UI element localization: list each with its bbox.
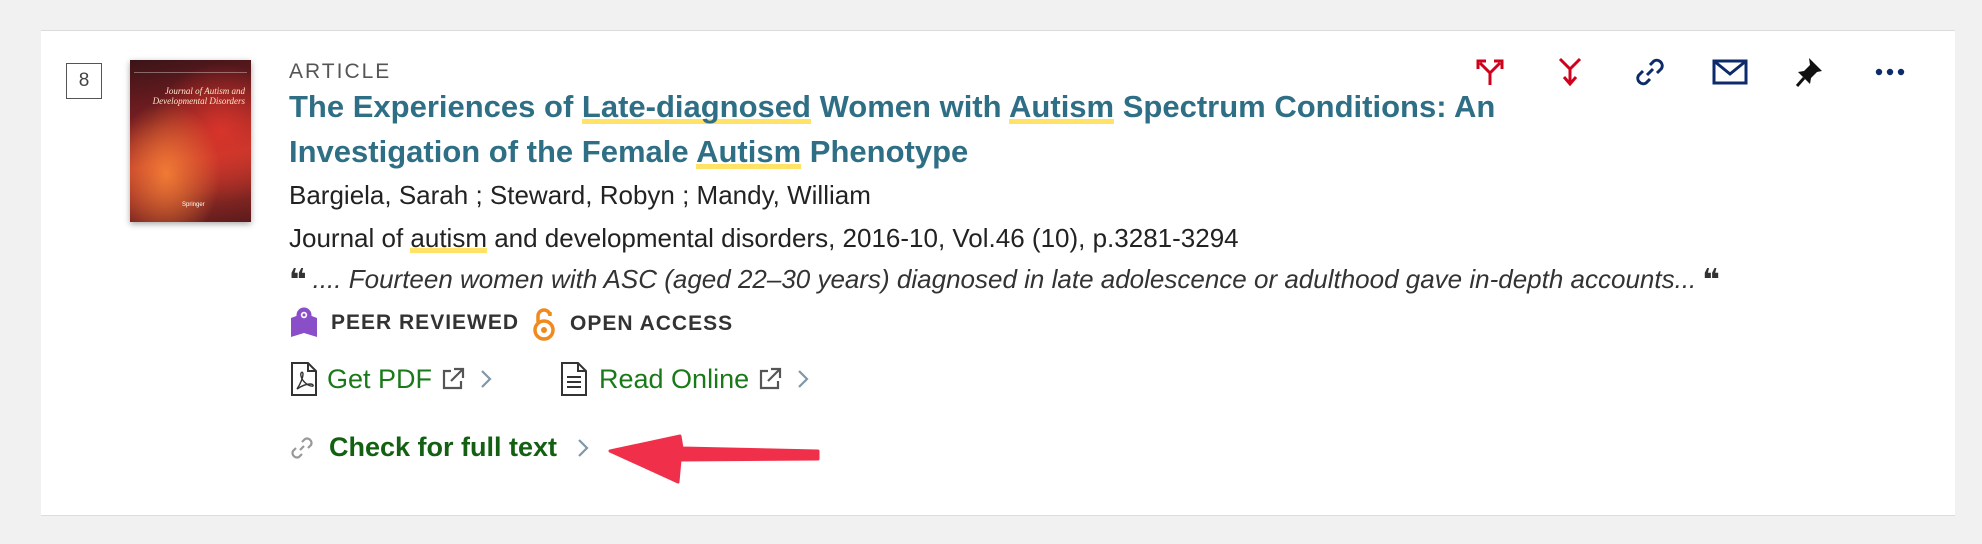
cover-publisher: Springer [182,202,205,208]
peer-reviewed-badge: PEER REVIEWED [289,306,519,340]
title-highlight: Late-diagnosed [581,89,811,124]
resource-type: ARTICLE [289,60,392,83]
title-segment: Phenotype [801,134,969,169]
title-segment: Spectrum Conditions: An [1114,89,1496,124]
email-icon [1712,59,1748,85]
record-title[interactable]: The Experiences of Late-diagnosed Women … [289,84,1569,174]
external-link-icon [442,367,465,390]
pin-icon [1795,58,1822,87]
chevron-right-icon [798,370,809,388]
peer-reviewed-icon [291,307,317,337]
quote-open-icon: ❝ [289,264,307,297]
link-icon [291,436,313,459]
snippet-text: .... Fourteen women with ASC (aged 22–30… [312,264,1697,294]
cite-button[interactable] [1530,50,1610,94]
cover-journal-title: Journal of Autism and Developmental Diso… [152,86,245,106]
permalink-button[interactable] [1610,50,1690,94]
red-arrow-annotation [608,434,820,484]
get-pdf-link[interactable]: Get PDF [289,361,492,397]
book-cover-thumbnail[interactable]: Journal of Autism and Developmental Diso… [130,60,251,222]
chevron-right-icon [481,370,492,388]
title-segment: The Experiences of [289,89,582,124]
cover-header-line [134,64,247,73]
pin-button[interactable] [1770,50,1850,94]
title-highlight: Autism [696,134,802,169]
record-actions-toolbar [1450,50,1930,94]
citation-export-button[interactable] [1450,50,1530,94]
external-link-icon [760,367,782,390]
record-snippet: ❝.... Fourteen women with ASC (aged 22–3… [289,263,1809,298]
citation-export-icon [1476,59,1504,85]
pdf-file-icon [291,362,317,396]
check-full-text-link[interactable]: Check for full text [289,432,589,463]
more-actions-button[interactable] [1850,50,1930,94]
record-authors: Bargiela, Sarah ; Steward, Robyn ; Mandy… [289,180,871,210]
source-segment: and developmental disorders, 2016-10, Vo… [486,223,1239,253]
email-button[interactable] [1690,50,1770,94]
title-segment: Investigation of the Female [289,134,697,169]
open-access-icon [533,308,555,341]
chevron-right-icon [578,438,589,457]
title-highlight: Autism [1009,89,1115,124]
check-full-text-label[interactable]: Check for full text [329,432,557,463]
peer-reviewed-label: PEER REVIEWED [331,311,520,334]
open-access-badge: OPEN ACCESS [530,306,733,342]
read-online-label[interactable]: Read Online [599,364,749,395]
title-segment: Women with [810,89,1010,124]
record-source: Journal of autism and developmental diso… [289,223,1239,254]
permalink-icon [1636,58,1664,86]
read-online-link[interactable]: Read Online [559,361,809,397]
source-highlight: autism [410,223,487,253]
document-icon [561,362,587,396]
source-segment: Journal of [289,223,411,253]
quote-close-icon: ❝ [1702,264,1720,297]
open-access-label: OPEN ACCESS [570,312,734,335]
more-icon [1875,68,1905,76]
get-pdf-label[interactable]: Get PDF [327,364,432,395]
record-number: 8 [66,63,102,99]
cite-icon [1558,57,1582,87]
